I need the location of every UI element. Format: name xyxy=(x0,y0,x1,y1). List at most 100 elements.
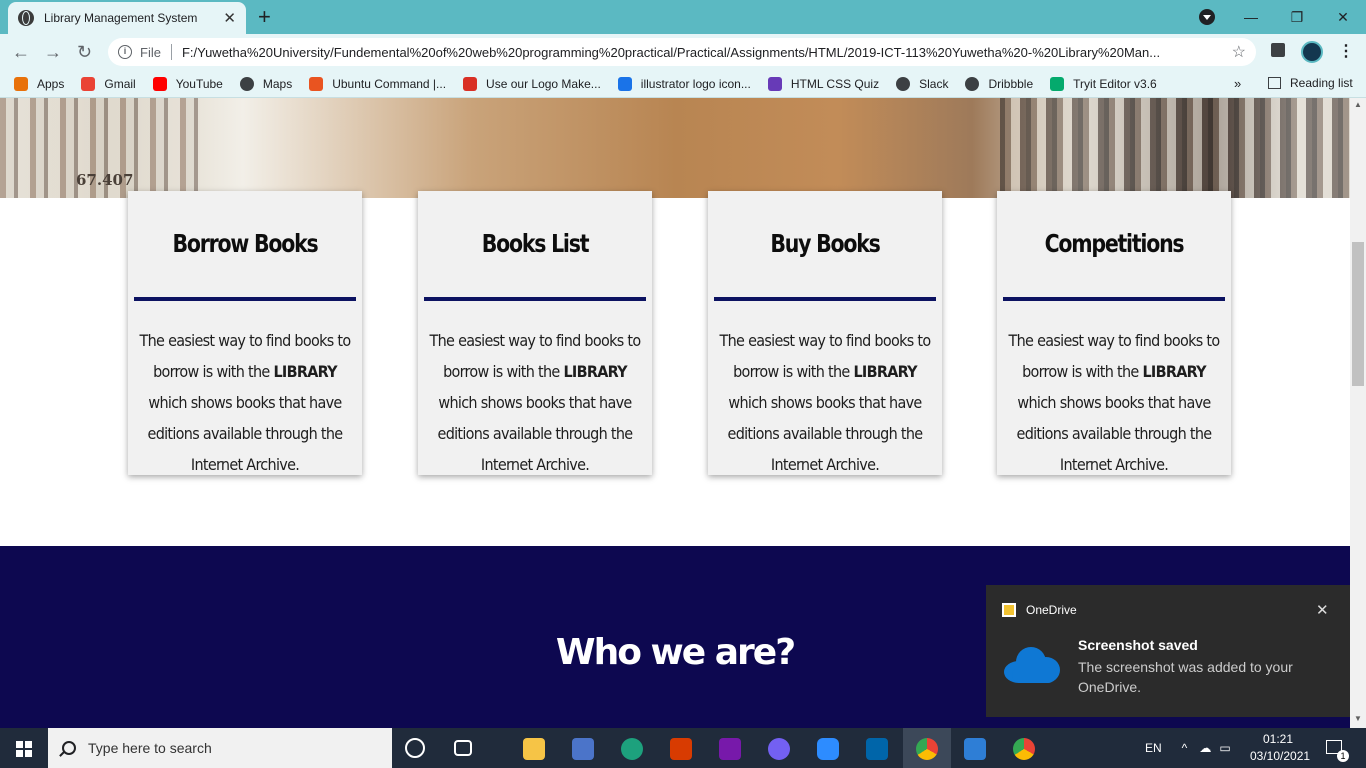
bookmark-item[interactable]: Use our Logo Make... xyxy=(463,76,601,91)
bookmark-item[interactable]: illustrator logo icon... xyxy=(617,76,751,91)
card-description: The easiest way to find books to borrow … xyxy=(139,331,352,474)
browser-tab[interactable]: Library Management System ✕ xyxy=(8,2,246,34)
shelf-label: 67.407 xyxy=(76,171,134,189)
toast-message: The screenshot was added to your OneDriv… xyxy=(1078,659,1293,695)
youtube-icon xyxy=(152,76,167,91)
site-info-icon[interactable]: i xyxy=(118,45,132,59)
browser-toolbar: ← → ↻ i File F:/Yuwetha%20University/Fun… xyxy=(0,34,1366,70)
chrome-profile-icon[interactable] xyxy=(1013,738,1035,760)
search-icon xyxy=(62,741,76,755)
bookmark-label: Slack xyxy=(919,76,949,91)
search-placeholder: Type here to search xyxy=(88,740,212,756)
clock-time: 01:21 xyxy=(1262,732,1294,746)
vscode-icon[interactable] xyxy=(866,738,888,760)
more-bookmarks-button[interactable]: » xyxy=(1234,76,1241,91)
reading-list-label: Reading list xyxy=(1290,76,1353,90)
card-borrow-books[interactable]: Borrow Books The easiest way to find boo… xyxy=(128,191,362,475)
file-explorer-icon[interactable] xyxy=(523,738,545,760)
onenote-icon[interactable] xyxy=(719,738,741,760)
bookmark-label: Apps xyxy=(37,76,65,91)
notification-count-badge: 1 xyxy=(1337,750,1349,762)
language-indicator[interactable]: EN xyxy=(1145,741,1162,755)
card-buy-books[interactable]: Buy Books The easiest way to find books … xyxy=(708,191,942,475)
system-tray: EN ^ ☁ ▭ xyxy=(1145,728,1231,768)
taskbar-search-box[interactable]: Type here to search xyxy=(48,728,392,768)
scrollbar-thumb[interactable] xyxy=(1352,242,1364,386)
chrome-menu-icon[interactable]: ⋮ xyxy=(1338,41,1354,61)
globe-icon xyxy=(18,10,34,26)
chrome-icon[interactable] xyxy=(916,738,938,760)
onedrive-notification[interactable]: OneDrive ✕ Screenshot saved The screensh… xyxy=(986,585,1350,717)
toast-app-name: OneDrive xyxy=(1026,603,1077,617)
onedrive-cloud-icon xyxy=(1004,647,1060,683)
profile-avatar[interactable] xyxy=(1301,41,1323,63)
card-description: The easiest way to find books to borrow … xyxy=(719,331,932,474)
bookmark-item[interactable]: Ubuntu Command |... xyxy=(309,76,446,91)
card-divider xyxy=(134,297,356,301)
hero-banner-image: 67.407 xyxy=(0,98,1350,198)
bing-icon xyxy=(617,76,632,91)
windows-taskbar: Type here to search EN ^ ☁ ▭ 01:21 03/10… xyxy=(0,728,1366,768)
card-description: The easiest way to find books to borrow … xyxy=(429,331,642,474)
cortana-icon[interactable] xyxy=(405,738,425,758)
bookmark-label: illustrator logo icon... xyxy=(640,76,751,91)
office-icon[interactable] xyxy=(670,738,692,760)
bookmark-item[interactable]: Tryit Editor v3.6 xyxy=(1050,76,1157,91)
tab-search-icon[interactable] xyxy=(1199,9,1215,25)
card-books-list[interactable]: Books List The easiest way to find books… xyxy=(418,191,652,475)
card-title: Competitions xyxy=(1044,229,1185,258)
bookmark-label: Use our Logo Make... xyxy=(486,76,601,91)
tab-title: Library Management System xyxy=(44,11,198,25)
w3-icon xyxy=(1050,76,1065,91)
window-controls: — ❐ ✕ xyxy=(1228,0,1366,34)
card-divider xyxy=(714,297,936,301)
store-icon[interactable] xyxy=(572,738,594,760)
bookmark-label: Maps xyxy=(262,76,293,91)
close-window-button[interactable]: ✕ xyxy=(1320,9,1366,26)
reload-icon[interactable]: ↻ xyxy=(77,42,92,63)
url-text[interactable]: F:/Yuwetha%20University/Fundemental%20of… xyxy=(182,45,1222,60)
new-tab-button[interactable]: + xyxy=(258,4,271,30)
reading-list-button[interactable]: Reading list xyxy=(1268,76,1353,90)
back-icon[interactable]: ← xyxy=(12,42,30,63)
card-divider xyxy=(424,297,646,301)
bookmark-label: YouTube xyxy=(175,76,223,91)
close-notification-icon[interactable]: ✕ xyxy=(1316,601,1329,619)
bookmark-item[interactable]: Maps xyxy=(239,76,293,91)
battery-icon[interactable]: ▭ xyxy=(1219,741,1230,755)
card-competitions[interactable]: Competitions The easiest way to find boo… xyxy=(997,191,1231,475)
bookmark-item[interactable]: Gmail xyxy=(81,76,136,91)
bookmark-item[interactable]: Dribbble xyxy=(965,76,1033,91)
bookmark-label: Gmail xyxy=(104,76,136,91)
zoom-icon[interactable] xyxy=(817,738,839,760)
task-view-icon[interactable] xyxy=(454,740,472,756)
bookmarks-bar: Apps Gmail YouTube Maps Ubuntu Command |... U… xyxy=(0,70,1366,98)
taskbar-clock[interactable]: 01:21 03/10/2021 xyxy=(1250,731,1310,765)
bookmark-item[interactable]: HTML CSS Quiz xyxy=(767,76,880,91)
forward-icon[interactable]: → xyxy=(44,42,62,63)
toast-app-header: OneDrive xyxy=(1002,603,1077,617)
reading-list-icon xyxy=(1268,77,1281,89)
minimize-button[interactable]: — xyxy=(1228,9,1274,25)
bookmark-star-icon[interactable]: ☆ xyxy=(1232,42,1246,62)
scroll-down-icon[interactable]: ▼ xyxy=(1354,714,1362,723)
browser-tab-strip: Library Management System ✕ + — ❐ ✕ xyxy=(0,0,1366,34)
extensions-icon[interactable] xyxy=(1271,43,1285,57)
windows-start-icon[interactable] xyxy=(16,741,32,757)
viber-icon[interactable] xyxy=(768,738,790,760)
close-tab-icon[interactable]: ✕ xyxy=(223,9,236,27)
bookmark-item[interactable]: Slack xyxy=(896,76,949,91)
bookmark-item[interactable]: YouTube xyxy=(152,76,223,91)
maximize-button[interactable]: ❐ xyxy=(1274,9,1320,26)
tray-chevron-icon[interactable]: ^ xyxy=(1182,741,1188,755)
bookmark-item[interactable]: Apps xyxy=(14,76,65,91)
address-bar[interactable]: i File F:/Yuwetha%20University/Fundement… xyxy=(108,38,1256,66)
edge-icon[interactable] xyxy=(621,738,643,760)
page-scrollbar[interactable]: ▲ ▼ xyxy=(1350,98,1366,728)
globe-icon xyxy=(965,76,980,91)
onedrive-tray-icon[interactable]: ☁ xyxy=(1199,741,1211,755)
scroll-up-icon[interactable]: ▲ xyxy=(1354,100,1362,109)
bookmark-label: Tryit Editor v3.6 xyxy=(1073,76,1157,91)
bookmark-label: HTML CSS Quiz xyxy=(790,76,880,91)
photos-icon[interactable] xyxy=(964,738,986,760)
